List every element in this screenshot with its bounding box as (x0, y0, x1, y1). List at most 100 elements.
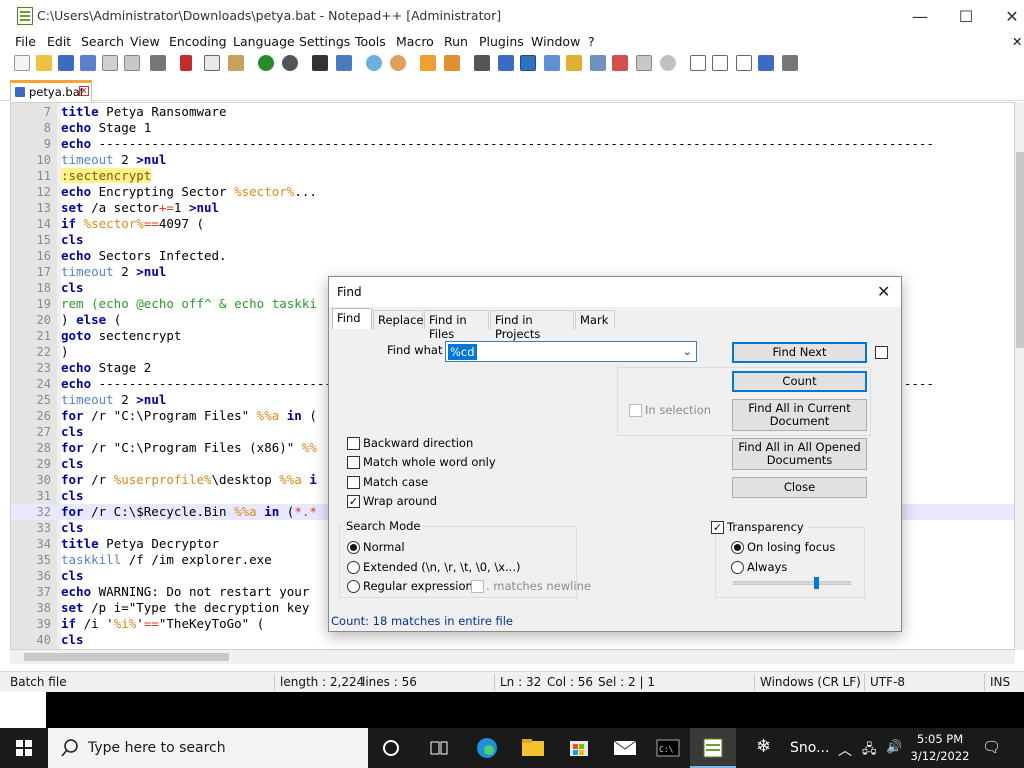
zoom-in-icon[interactable] (366, 55, 382, 71)
new-file-icon[interactable] (14, 55, 30, 71)
code-line[interactable]: 15 cls (11, 232, 1014, 248)
mail-icon[interactable] (602, 728, 648, 768)
cortana-icon[interactable] (368, 728, 414, 768)
task-view-icon[interactable] (415, 728, 461, 768)
tab-mark[interactable]: Mark (575, 310, 615, 329)
cut-icon[interactable] (180, 55, 192, 71)
code-line[interactable]: 13 set /a sector+=1 >nul (11, 200, 1014, 216)
doc-list-icon[interactable] (590, 55, 606, 71)
open-file-icon[interactable] (36, 55, 52, 71)
chevron-down-icon[interactable]: ⌄ (683, 345, 692, 358)
window-close-button[interactable]: ✕ (989, 0, 1024, 32)
tab-find[interactable]: Find (332, 308, 372, 329)
find-all-opened-button[interactable]: Find All in All Opened Documents (732, 438, 867, 470)
find-dialog-close-button[interactable]: ✕ (877, 282, 890, 301)
run-macro-multiple-icon[interactable] (758, 55, 774, 71)
replace-icon[interactable] (336, 55, 352, 71)
folder-workspace-icon[interactable] (636, 55, 652, 71)
minimize-button[interactable]: — (897, 0, 943, 32)
horizontal-scrollbar[interactable] (10, 650, 1015, 664)
find-all-current-button[interactable]: Find All in Current Document (732, 399, 867, 431)
transparency-slider-knob[interactable] (814, 577, 819, 589)
match-whole-word-checkbox[interactable] (347, 456, 360, 469)
start-button[interactable] (0, 728, 48, 768)
code-line[interactable]: 14 if %sector%==4097 ( (11, 216, 1014, 232)
record-macro-icon[interactable] (690, 55, 706, 71)
find-next-button[interactable]: Find Next (732, 342, 867, 363)
code-line[interactable]: 12 echo Encrypting Sector %sector%... (11, 184, 1014, 200)
transparency-slider[interactable] (733, 577, 851, 589)
menu-run[interactable]: Run (444, 34, 468, 49)
find-what-input[interactable]: %cd ⌄ (445, 341, 697, 362)
menu-search[interactable]: Search (81, 34, 124, 49)
code-line[interactable]: 40 cls (11, 632, 1014, 648)
copy-icon[interactable] (204, 55, 220, 71)
tab-find-in-files[interactable]: Find in Files (424, 310, 489, 341)
code-line[interactable]: 11:sectencrypt (11, 168, 1014, 184)
tab-petya-bat[interactable]: petya.bat x (10, 80, 92, 101)
menu-plugins[interactable]: Plugins (479, 34, 524, 49)
menu-file[interactable]: File (15, 34, 36, 49)
code-line[interactable]: 16 echo Sectors Infected. (11, 248, 1014, 264)
notepadpp-taskbar-icon[interactable] (690, 728, 736, 768)
wrap-around-checkbox[interactable]: ✓ (347, 495, 360, 508)
vertical-scroll-thumb[interactable] (1016, 152, 1024, 348)
menu-window[interactable]: Window (531, 34, 580, 49)
chevron-up-icon[interactable]: ︿ (838, 740, 852, 760)
redo-icon[interactable] (282, 55, 298, 71)
search-mode-normal-radio[interactable] (347, 541, 360, 554)
menu-macro[interactable]: Macro (396, 34, 434, 49)
menu-close-doc-icon[interactable]: ✕ (1012, 34, 1022, 49)
in-selection-checkbox[interactable] (629, 404, 642, 417)
volume-icon[interactable]: 🔊 (886, 740, 902, 755)
close-all-icon[interactable] (124, 55, 140, 71)
code-line[interactable]: 10 timeout 2 >nul (11, 152, 1014, 168)
weather-label[interactable]: Sno... (790, 740, 829, 756)
tab-find-in-projects[interactable]: Find in Projects (490, 310, 574, 341)
command-prompt-icon[interactable]: C:\ (645, 728, 691, 768)
sync-vertical-icon[interactable] (420, 55, 436, 71)
count-button[interactable]: Count (732, 371, 867, 392)
function-list-icon[interactable] (612, 55, 628, 71)
menu-view[interactable]: View (130, 34, 160, 49)
show-all-chars-icon[interactable] (498, 55, 514, 71)
search-mode-extended-radio[interactable] (347, 561, 360, 574)
play-macro-icon[interactable] (736, 55, 752, 71)
taskbar-search-box[interactable]: Type here to search (48, 728, 368, 768)
on-losing-focus-radio[interactable] (731, 541, 744, 554)
close-button[interactable]: Close (732, 477, 867, 498)
always-radio[interactable] (731, 561, 744, 574)
weather-snow-icon[interactable]: ❄ (756, 736, 771, 757)
find-next-split-checkbox[interactable] (875, 346, 888, 359)
undo-icon[interactable] (258, 55, 274, 71)
print-icon[interactable] (150, 55, 166, 71)
zoom-out-icon[interactable] (390, 55, 406, 71)
notification-icon[interactable]: 🗨 (982, 738, 1001, 756)
doc-map-icon[interactable] (566, 55, 582, 71)
tab-close-icon[interactable]: x (79, 86, 89, 96)
search-mode-regex-radio[interactable] (347, 580, 360, 593)
indent-guide-icon[interactable] (520, 55, 536, 71)
backward-direction-checkbox[interactable] (347, 437, 360, 450)
save-icon[interactable] (58, 55, 74, 71)
save-macro-icon[interactable] (782, 55, 798, 71)
store-icon[interactable] (556, 728, 602, 768)
system-clock[interactable]: 5:05 PM 3/12/2022 (910, 731, 970, 765)
code-line[interactable]: 7 title Petya Ransomware (11, 104, 1014, 120)
match-case-checkbox[interactable] (347, 476, 360, 489)
stop-macro-icon[interactable] (712, 55, 728, 71)
horizontal-scroll-thumb[interactable] (24, 653, 229, 661)
matches-newline-checkbox[interactable] (471, 580, 484, 593)
transparency-checkbox[interactable]: ✓ (711, 521, 724, 534)
maximize-button[interactable]: ☐ (943, 0, 989, 32)
tab-replace[interactable]: Replace (373, 310, 424, 329)
save-all-icon[interactable] (80, 55, 96, 71)
monitoring-icon[interactable] (660, 55, 676, 71)
file-explorer-icon[interactable] (510, 728, 556, 768)
menu-help[interactable]: ? (588, 34, 595, 49)
menu-tools[interactable]: Tools (355, 34, 386, 49)
sync-horizontal-icon[interactable] (444, 55, 460, 71)
menu-edit[interactable]: Edit (47, 34, 71, 49)
code-line[interactable]: 8 echo Stage 1 (11, 120, 1014, 136)
word-wrap-icon[interactable] (474, 55, 490, 71)
